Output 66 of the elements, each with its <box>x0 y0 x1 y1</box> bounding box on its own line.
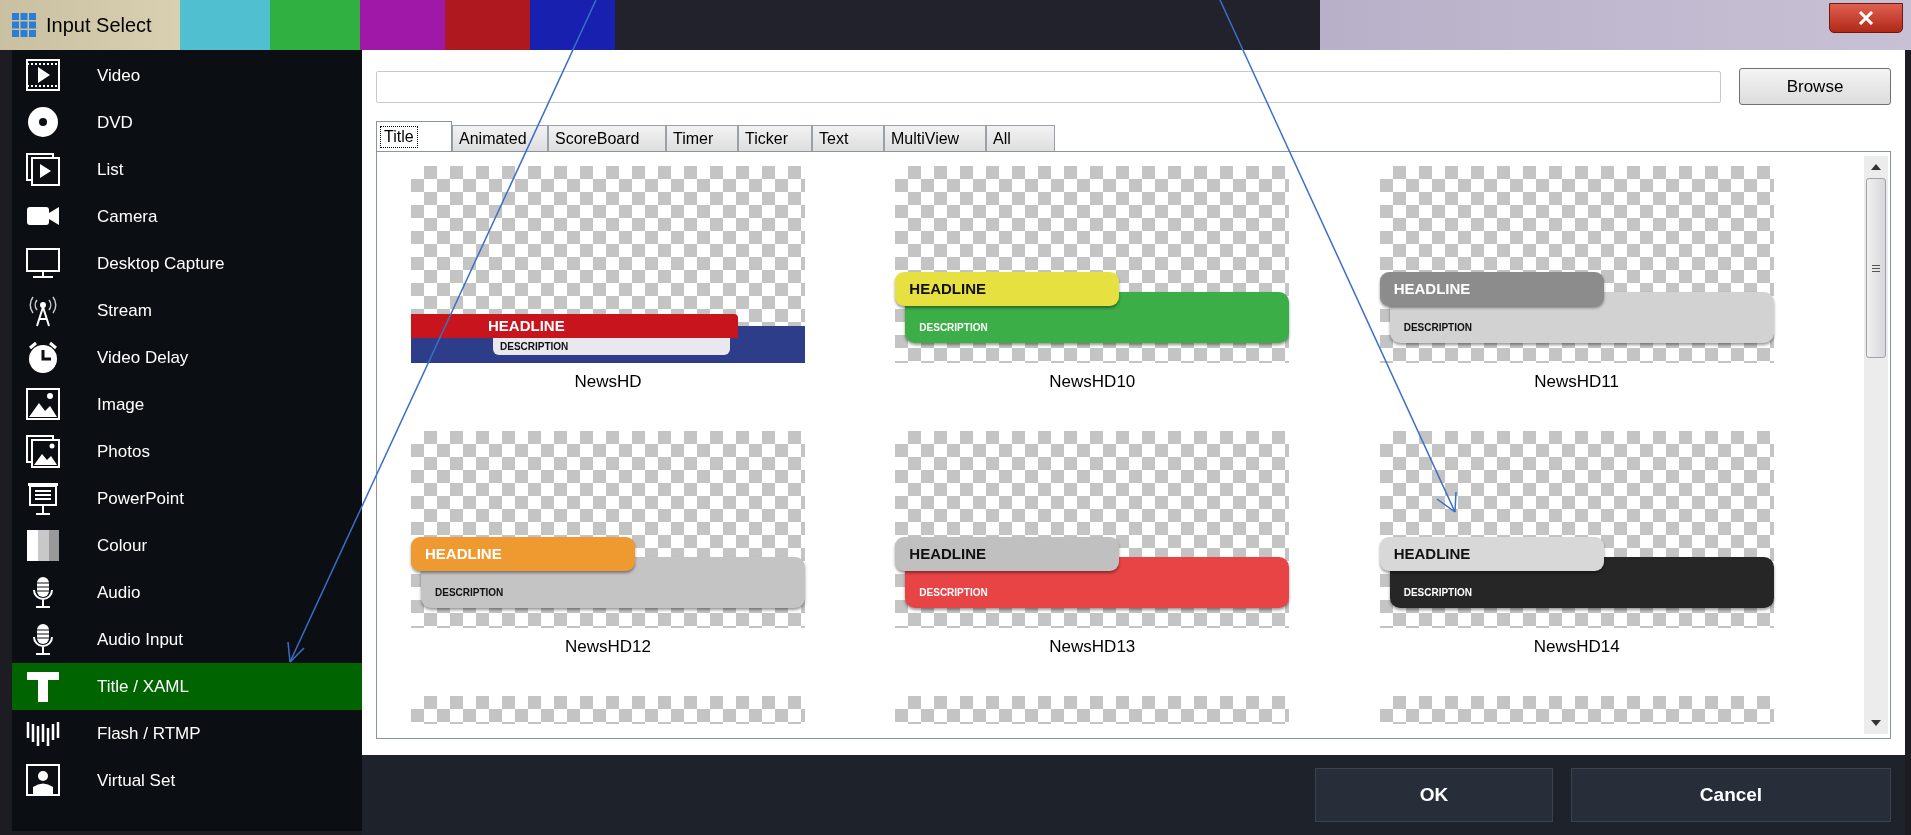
sidebar-item[interactable]: Stream <box>12 287 362 334</box>
film-play-icon <box>25 58 61 93</box>
template-thumbnail[interactable]: HEADLINE DESCRIPTION <box>895 166 1290 363</box>
tab[interactable]: ScoreBoard <box>548 125 666 151</box>
sidebar-item[interactable]: Image <box>12 381 362 428</box>
template-thumbnail[interactable]: HEADLINE DESCRIPTION <box>411 431 805 628</box>
colour-bars-icon <box>25 528 61 563</box>
stacked-images-icon <box>25 434 61 469</box>
presentation-icon <box>25 481 61 516</box>
headline-bar: HEADLINE <box>411 314 738 338</box>
template-name: NewsHD14 <box>1532 636 1621 658</box>
template-name: NewsHD11 <box>1533 371 1620 393</box>
template-name: NewsHD12 <box>564 636 652 658</box>
tab[interactable]: Animated <box>452 125 548 151</box>
headline-bar: HEADLINE <box>895 537 1120 571</box>
person-frame-icon <box>25 763 61 798</box>
template-thumbnail[interactable]: HEADLINE DESCRIPTION <box>1379 166 1774 363</box>
headline-bar: HEADLINE <box>895 272 1120 306</box>
sidebar-item[interactable]: Video Delay <box>12 334 362 381</box>
sidebar-item[interactable]: Virtual Set <box>12 757 362 804</box>
sidebar-item[interactable]: Camera <box>12 193 362 240</box>
browse-button[interactable]: Browse <box>1739 68 1891 105</box>
template-thumbnail[interactable]: HEADLINE DESCRIPTION <box>895 431 1290 628</box>
description-bar: DESCRIPTION <box>493 338 730 355</box>
sidebar-item[interactable]: List <box>12 146 362 193</box>
stacked-play-icon <box>25 152 61 187</box>
sidebar-item[interactable]: DVD <box>12 99 362 146</box>
tab[interactable]: Title <box>376 121 452 151</box>
headline-bar: HEADLINE <box>411 537 635 571</box>
headline-bar: HEADLINE <box>1379 537 1604 571</box>
ok-button[interactable]: OK <box>1315 768 1553 822</box>
sidebar-item[interactable]: Audio <box>12 569 362 616</box>
scroll-down-icon[interactable] <box>1871 720 1881 726</box>
tab[interactable]: Ticker <box>738 125 812 151</box>
sidebar-item[interactable]: Audio Input <box>12 616 362 663</box>
headline-bar: HEADLINE <box>1379 272 1604 306</box>
sidebar-item[interactable]: Colour <box>12 522 362 569</box>
tab[interactable]: Text <box>812 125 884 151</box>
disc-icon <box>25 105 61 140</box>
scrollbar[interactable] <box>1864 156 1888 734</box>
sidebar-item[interactable]: Photos <box>12 428 362 475</box>
close-button[interactable] <box>1829 3 1903 33</box>
grip-icon <box>1872 264 1880 272</box>
cancel-button[interactable]: Cancel <box>1571 768 1891 822</box>
close-icon <box>1858 11 1874 25</box>
sidebar-item[interactable]: PowerPoint <box>12 475 362 522</box>
template-name: NewsHD10 <box>1048 371 1137 393</box>
letter-t-icon <box>25 669 61 704</box>
template-name: NewsHD13 <box>1048 636 1137 658</box>
window-title: Input Select <box>46 13 152 38</box>
tab[interactable]: MultiView <box>884 125 986 151</box>
tab[interactable]: All <box>986 125 1055 151</box>
grid-icon <box>12 13 36 37</box>
tab[interactable]: Timer <box>666 125 738 151</box>
scroll-up-icon[interactable] <box>1871 164 1881 170</box>
template-name: NewsHD <box>573 371 643 393</box>
sidebar-item[interactable]: Video <box>12 52 362 99</box>
scrollbar-thumb[interactable] <box>1866 178 1886 358</box>
sidebar-item[interactable]: Flash / RTMP <box>12 710 362 757</box>
template-thumbnail[interactable]: HEADLINE DESCRIPTION <box>1379 431 1774 628</box>
image-icon <box>25 387 61 422</box>
path-field[interactable] <box>376 70 1721 103</box>
sidebar-item[interactable]: Title / XAML <box>12 663 362 710</box>
template-thumbnail[interactable]: HEADLINE DESCRIPTION <box>411 166 805 363</box>
monitor-icon <box>25 246 61 281</box>
sidebar-item[interactable]: Desktop Capture <box>12 240 362 287</box>
